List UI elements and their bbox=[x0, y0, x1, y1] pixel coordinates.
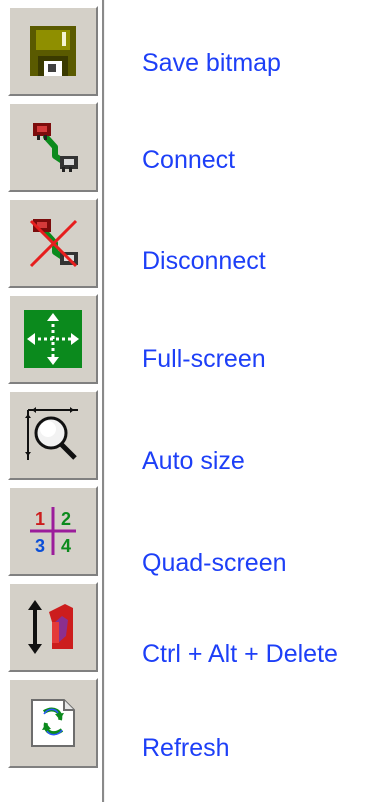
auto-size-icon bbox=[24, 406, 82, 464]
disconnect-label: Disconnect bbox=[142, 247, 266, 275]
quad-screen-button[interactable]: 1 2 3 4 bbox=[8, 486, 98, 576]
quad-number-3: 3 bbox=[35, 536, 45, 556]
toolbar-legend: 1 2 3 4 Save bitmap Connect Disconnect F… bbox=[0, 0, 392, 802]
ctrl-alt-delete-label: Ctrl + Alt + Delete bbox=[142, 640, 338, 668]
full-screen-button[interactable] bbox=[8, 294, 98, 384]
connect-label: Connect bbox=[142, 146, 236, 174]
full-screen-label: Full-screen bbox=[142, 345, 266, 373]
disconnect-button[interactable] bbox=[8, 198, 98, 288]
save-bitmap-label: Save bitmap bbox=[142, 49, 281, 77]
full-screen-icon bbox=[24, 310, 82, 368]
quad-number-1: 1 bbox=[35, 509, 45, 529]
connect-icon bbox=[24, 118, 82, 176]
refresh-button[interactable] bbox=[8, 678, 98, 768]
quad-number-4: 4 bbox=[61, 536, 71, 556]
quad-screen-label: Quad-screen bbox=[142, 549, 287, 577]
save-bitmap-button[interactable] bbox=[8, 6, 98, 96]
disconnect-icon bbox=[24, 214, 82, 272]
refresh-label: Refresh bbox=[142, 734, 230, 762]
quad-number-2: 2 bbox=[61, 509, 71, 529]
vertical-toolbar: 1 2 3 4 bbox=[8, 0, 105, 802]
auto-size-label: Auto size bbox=[142, 447, 245, 475]
connect-button[interactable] bbox=[8, 102, 98, 192]
floppy-disk-icon bbox=[24, 22, 82, 80]
refresh-icon bbox=[24, 694, 82, 752]
ctrl-alt-delete-icon bbox=[24, 598, 82, 656]
auto-size-button[interactable] bbox=[8, 390, 98, 480]
ctrl-alt-delete-button[interactable] bbox=[8, 582, 98, 672]
quad-screen-icon: 1 2 3 4 bbox=[24, 502, 82, 560]
